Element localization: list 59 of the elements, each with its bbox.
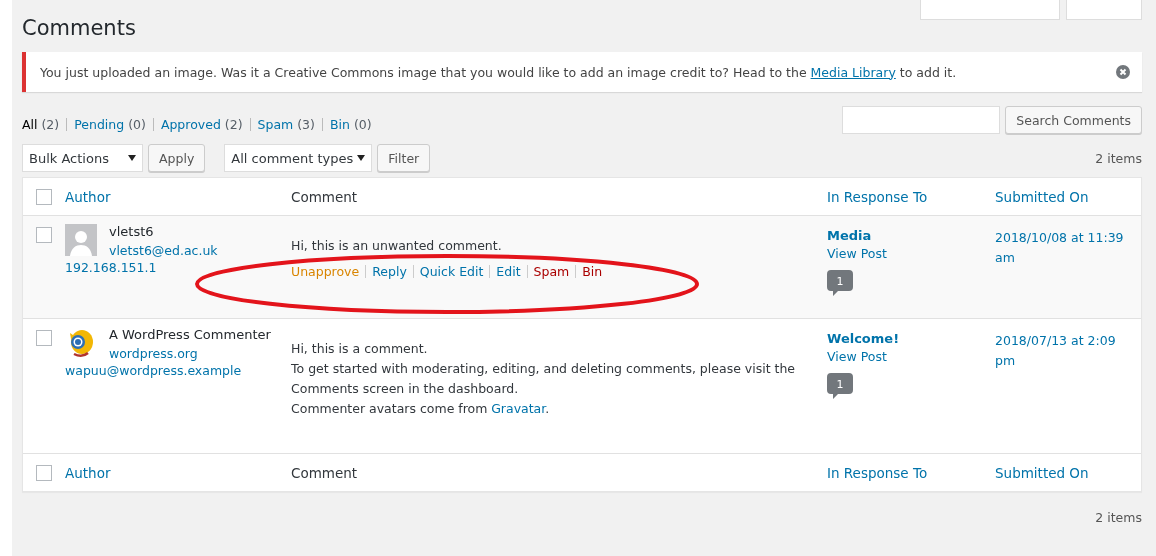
submitted-date-link[interactable]: 2018/10/08 at 11:39 am <box>995 216 1135 268</box>
avatar-icon <box>65 224 97 256</box>
column-header[interactable]: Submitted On <box>995 464 1089 481</box>
author-email-link[interactable]: wapuu@wordpress.example <box>65 363 291 378</box>
column-header[interactable]: In Response To <box>827 464 928 481</box>
comment-text: Commenter avatars come from Gravatar. <box>291 400 551 418</box>
column-header: Comment <box>291 464 358 481</box>
row-checkbox[interactable] <box>36 227 52 243</box>
status-filter-link[interactable]: Pending (0) <box>74 117 146 132</box>
column-header[interactable]: Author <box>65 188 111 205</box>
page-title: Comments <box>22 15 136 42</box>
items-count: 2 items <box>1095 510 1142 525</box>
search-field[interactable] <box>842 106 1001 134</box>
row-action-link[interactable]: Quick Edit <box>419 264 484 279</box>
select-all-checkbox[interactable] <box>36 188 52 205</box>
apply-button[interactable]: Apply <box>148 144 206 172</box>
author-site-link[interactable]: wordpress.org <box>109 346 271 361</box>
row-action-link[interactable]: Edit <box>496 264 521 279</box>
comment-type-dropdown[interactable]: All comment types <box>224 144 373 172</box>
select-all-checkbox[interactable] <box>36 464 52 481</box>
comment-count-badge[interactable]: 1 <box>827 373 853 399</box>
dismiss-icon[interactable] <box>1116 65 1130 79</box>
column-header[interactable]: In Response To <box>827 188 928 205</box>
notice-text: You just uploaded an image. Was it a Creative Commons image that you would like to add an image credit to? Head to the Media Library to add it. <box>40 64 957 80</box>
status-filter-link[interactable]: Bin (0) <box>329 117 372 132</box>
author-name: vletst6 <box>109 224 155 239</box>
author-site-link[interactable]: vletst6@ed.ac.uk <box>109 243 218 258</box>
column-header[interactable]: Submitted On <box>995 188 1089 205</box>
status-filter-link[interactable]: Spam (3) <box>257 117 315 132</box>
post-title-link[interactable]: Welcome! <box>827 331 900 346</box>
status-filter-link[interactable]: All (2) <box>22 117 60 132</box>
row-action-link[interactable]: Reply <box>372 264 407 279</box>
gravatar-link[interactable]: Gravatar <box>491 401 546 416</box>
view-post-link[interactable]: View Post <box>827 349 887 364</box>
column-header: Comment <box>291 188 358 205</box>
media-library-link[interactable]: Media Library <box>810 64 896 80</box>
row-action-link[interactable]: Unapprove <box>291 264 360 279</box>
caret-icon <box>357 155 366 161</box>
top-tab[interactable] <box>920 0 1060 20</box>
status-filter-link[interactable]: Approved (2) <box>160 117 243 132</box>
comment-text: Hi, this is a comment. <box>291 340 429 358</box>
author-email-link[interactable]: 192.168.151.1 <box>65 260 291 275</box>
comment-text: To get started with moderating, editing, and deleting comments, please visit the Comments screen in the dashboard. <box>291 360 797 398</box>
search-button[interactable]: Search Comments <box>1005 106 1142 134</box>
view-post-link[interactable]: View Post <box>827 246 887 261</box>
submitted-date-link[interactable]: 2018/07/13 at 2:09 pm <box>995 319 1135 371</box>
filter-button[interactable]: Filter <box>377 144 431 172</box>
caret-icon <box>128 155 136 161</box>
row-action-link[interactable]: Spam <box>533 264 570 279</box>
items-count: 2 items <box>1095 150 1142 166</box>
comment-count-badge[interactable]: 1 <box>827 270 853 296</box>
column-header[interactable]: Author <box>65 464 111 481</box>
author-name: A WordPress Commenter <box>109 327 271 342</box>
row-action-link[interactable]: Bin <box>582 264 603 279</box>
post-title-link[interactable]: Media <box>827 228 872 243</box>
comment-text: Hi, this is an unwanted comment. <box>291 237 503 255</box>
row-checkbox[interactable] <box>36 330 52 346</box>
top-tab[interactable] <box>1066 0 1142 20</box>
bulk-actions-dropdown[interactable]: Bulk Actions <box>22 144 143 172</box>
